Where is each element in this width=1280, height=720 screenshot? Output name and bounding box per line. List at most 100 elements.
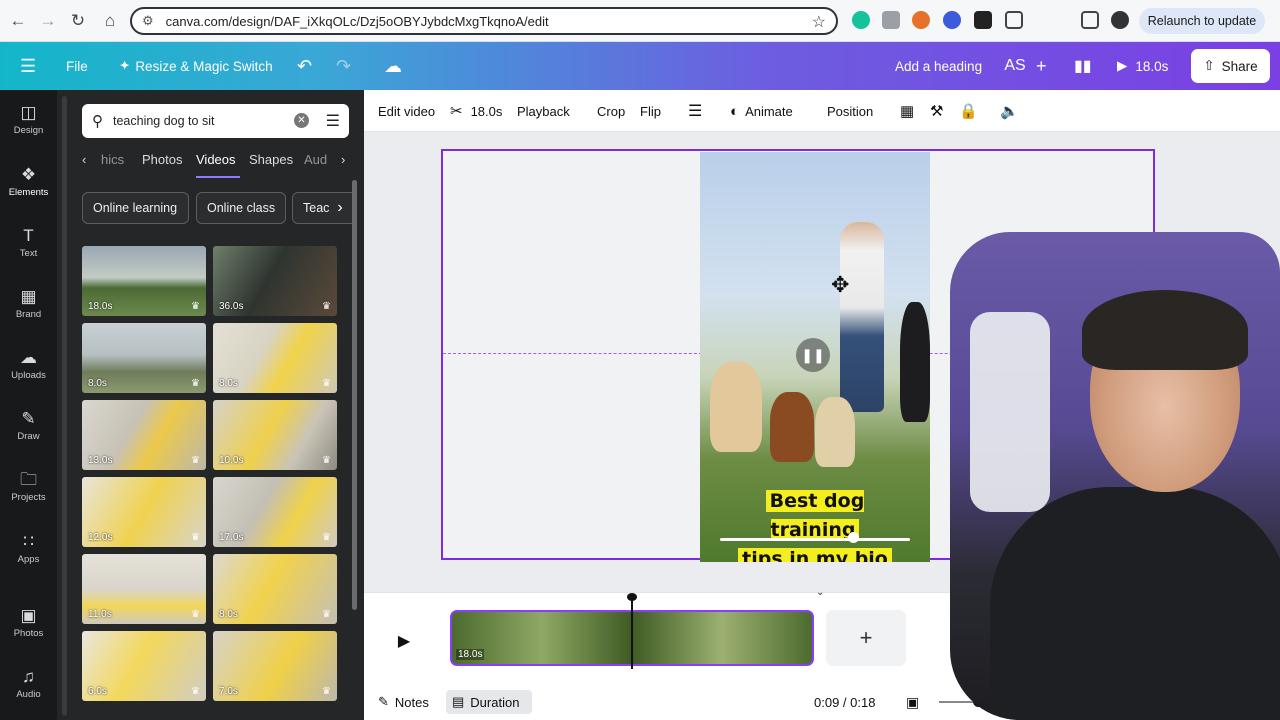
rail-item-photos[interactable]: ▣ Photos [0,597,57,649]
add-collaborator-icon[interactable]: + [1036,42,1047,90]
tab-scroll-right-icon[interactable]: › [341,152,345,167]
rail-item-uploads[interactable]: ☁ Uploads [0,339,57,391]
move-icon[interactable]: ✥ [831,272,849,298]
filter-icon[interactable]: ☰ [326,111,340,131]
tab-shapes[interactable]: Shapes [249,152,293,167]
video-duration: 36.0s [219,301,244,312]
chips-next-icon[interactable]: › [328,192,352,224]
video-thumbnail[interactable]: 8.0s ♛ [213,323,337,393]
rail-item-text[interactable]: T Text [0,217,57,269]
site-info-icon[interactable]: ⚙ [142,13,154,29]
rail-item-audio[interactable]: ♫ Audio [0,658,57,710]
timeline-play-icon[interactable]: ▶ [389,626,419,656]
rail-scrollbar[interactable] [62,96,67,716]
video-duration: 13.0s [88,455,113,466]
grammarly-extension-icon[interactable] [852,11,870,29]
relaunch-button[interactable]: Relaunch to update [1139,8,1265,34]
present-button[interactable]: ▶ 18.0s [1117,42,1168,90]
editor-header: ☰ File ✦ Resize & Magic Switch ↶ ↷ ☁ Add… [0,42,1280,90]
video-thumbnail[interactable]: 18.0s ♛ [82,246,206,316]
clear-search-icon[interactable]: ✕ [294,113,309,128]
paint-roller-icon[interactable]: ⚒ [930,90,943,132]
circle-extension-icon[interactable] [943,11,961,29]
video-duration: 10.0s [219,455,244,466]
rail-item-apps[interactable]: ∷ Apps [0,523,57,575]
tab-photos[interactable]: Photos [142,152,182,167]
search-input[interactable]: ⚲ teaching dog to sit ✕ ☰ [82,104,349,138]
avatar[interactable]: AS [1000,51,1030,81]
url-bar[interactable]: ⚙ canva.com/design/DAF_iXkqOLc/Dzj5oOBYJ… [130,7,838,35]
video-thumbnail[interactable]: 8.0s ♛ [82,323,206,393]
video-thumbnail[interactable]: 11.0s ♛ [82,554,206,624]
elements-panel: ⚲ teaching dog to sit ✕ ☰ ‹ hics Photos … [57,90,364,720]
edit-video-button[interactable]: Edit video [378,90,435,132]
hamburger-icon[interactable]: ☰ [20,42,36,90]
playback-button[interactable]: Playback [517,90,570,132]
share-button[interactable]: ⇧ Share [1191,49,1270,83]
rail-item-elements[interactable]: ❖ Elements [0,156,57,208]
notes-label: Notes [394,694,429,710]
flip-button[interactable]: Flip [640,90,661,132]
crown-icon: ♛ [191,532,200,543]
duration-icon: ▤ [452,694,465,709]
code-extension-icon[interactable] [882,11,900,29]
redo-icon[interactable]: ↷ [336,42,351,90]
video-duration: 8.0s [219,609,238,620]
video-thumbnail[interactable]: 6.0s ♛ [82,631,206,701]
share-icon: ⇧ [1203,58,1215,73]
category-tabs: ‹ hics Photos Videos Shapes Aud › [82,150,352,178]
notes-button[interactable]: ✎ Notes [378,684,429,720]
video-element[interactable]: ❚❚ Best dog training tips in my bio [700,152,930,562]
tab-videos[interactable]: Videos [196,152,236,167]
trim-button[interactable]: ✂ 18.0s [450,90,502,132]
reload-icon[interactable]: ↻ [64,7,92,35]
video-thumbnail[interactable]: 12.0s ♛ [82,477,206,547]
duration-button[interactable]: ▤ Duration [452,684,519,720]
rail-item-brand[interactable]: ▦ Brand [0,278,57,330]
file-menu[interactable]: File [66,42,88,90]
video-thumbnail[interactable]: 17.0s ♛ [213,477,337,547]
video-scrubber[interactable] [720,538,910,541]
lock-icon[interactable]: 🔒 [959,90,978,132]
bookmark-star-icon[interactable]: ☆ [812,12,826,32]
add-page-button[interactable]: + [826,610,906,666]
position-button[interactable]: Position [827,90,873,132]
tab-audio[interactable]: Aud [304,152,327,167]
rail-item-draw[interactable]: ✎ Draw [0,400,57,452]
insights-chart-icon[interactable]: ▮▮ [1074,42,1092,90]
timeline-collapse-icon[interactable]: ⌄ [816,587,824,598]
crop-button[interactable]: Crop [597,90,625,132]
profile-icon[interactable] [1111,11,1129,29]
page-view-icon[interactable]: ▣ [906,684,919,720]
tab-graphics[interactable]: hics [101,152,124,167]
video-thumbnail[interactable]: 7.0s ♛ [213,631,337,701]
animate-button[interactable]: ◐ Animate [730,90,793,132]
video-scrubber-handle[interactable] [848,532,859,543]
cloud-save-icon[interactable]: ☁ [384,42,402,90]
sidepanel-icon[interactable] [1081,11,1099,29]
tab-scroll-left-icon[interactable]: ‹ [82,152,86,167]
color-extension-icon[interactable] [912,11,930,29]
add-heading-field[interactable]: Add a heading [895,42,982,90]
video-thumbnail[interactable]: 8.0s ♛ [213,554,337,624]
playhead[interactable] [631,595,633,669]
panel-scrollbar[interactable] [352,180,357,610]
video-thumbnail[interactable]: 10.0s ♛ [213,400,337,470]
lines-icon[interactable]: ☰ [688,90,702,132]
rail-item-design[interactable]: ◫ Design [0,94,57,146]
undo-icon[interactable]: ↶ [297,42,312,90]
video-thumbnail[interactable]: 36.0s ♛ [213,246,337,316]
volume-icon[interactable]: 🔈 [1000,90,1019,132]
pen-extension-icon[interactable] [974,11,992,29]
rail-item-projects[interactable]: 🗀 Projects [0,461,57,513]
puzzle-extension-icon[interactable] [1005,11,1023,29]
video-thumbnail[interactable]: 13.0s ♛ [82,400,206,470]
home-icon[interactable]: ⌂ [96,7,124,35]
back-icon[interactable]: ← [4,7,32,35]
transparency-icon[interactable]: ▦ [900,90,914,132]
forward-icon[interactable]: → [34,7,62,35]
resize-magic-switch-button[interactable]: ✦ Resize & Magic Switch [119,42,273,90]
chip-online-class[interactable]: Online class [196,192,286,224]
pause-icon[interactable]: ❚❚ [796,338,830,372]
chip-online-learning[interactable]: Online learning [82,192,189,224]
